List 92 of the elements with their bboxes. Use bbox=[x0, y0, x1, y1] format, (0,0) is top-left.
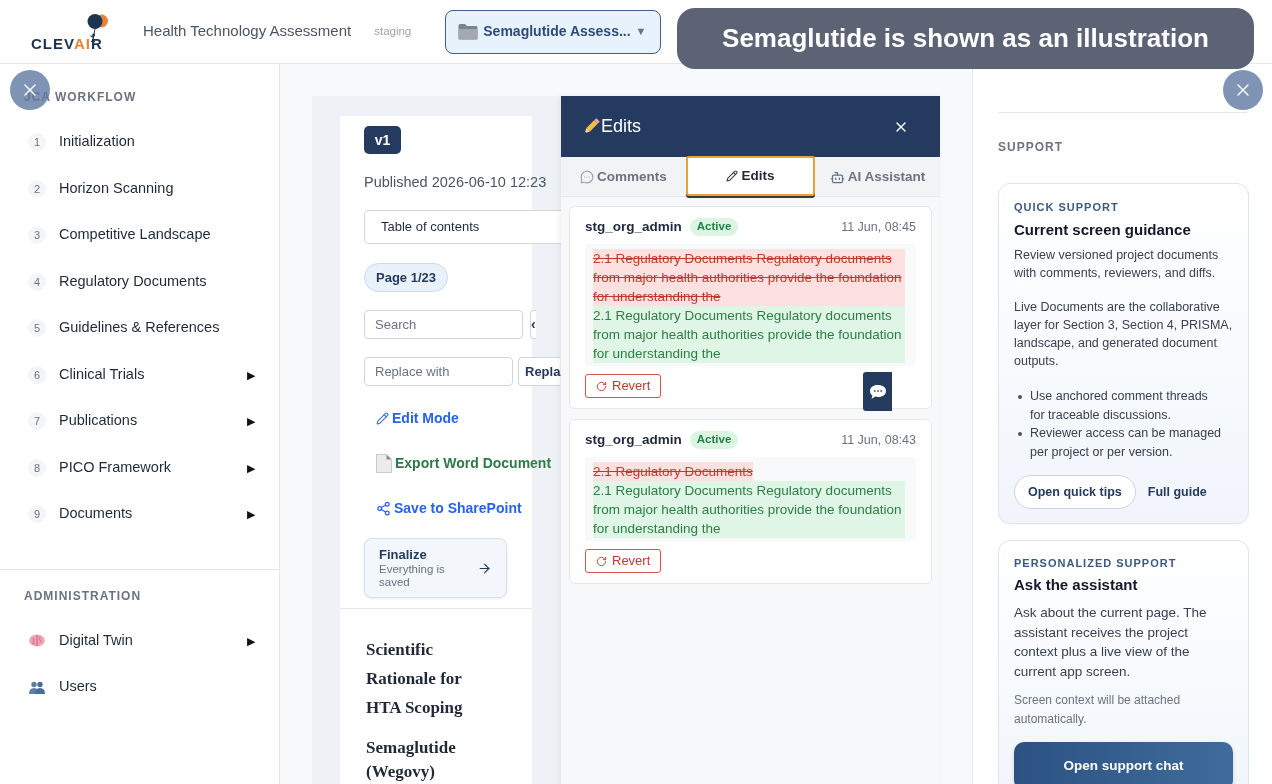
nav-item[interactable]: 2 Horizon Scanning bbox=[0, 165, 279, 212]
added-text: 2.1 Regulatory Documents Regulatory documents from major health authorities provide the foundation for understanding the bbox=[593, 305, 905, 363]
finalize-button[interactable]: Finalize Everything is saved bbox=[364, 538, 507, 598]
panel-tab[interactable]: Comments bbox=[561, 157, 686, 197]
added-text: 2.1 Regulatory Documents Regulatory documents from major health authorities provide the foundation for understanding the bbox=[593, 480, 905, 538]
environment-label: staging bbox=[374, 23, 412, 39]
replace-field[interactable]: Replace with bbox=[364, 357, 513, 386]
project-selector[interactable]: Semaglutide Assess... ▼ bbox=[445, 9, 662, 54]
step-number: 6 bbox=[28, 365, 46, 384]
nav-item[interactable]: 6 Clinical Trials ▶ bbox=[0, 351, 279, 398]
logo-text: CLEVAIR bbox=[31, 35, 103, 52]
support-chat-button[interactable]: Open support chat bbox=[1014, 741, 1233, 784]
brain-icon bbox=[29, 634, 45, 648]
expand-arrow: ▶ bbox=[247, 633, 255, 649]
app-title: Health Technology Assessment bbox=[143, 21, 352, 42]
card-text: Ask about the current page. The assistant receives the project context plus a live view of the current app screen. bbox=[1014, 604, 1208, 682]
version-badge: v1 bbox=[364, 126, 401, 154]
chat-button[interactable] bbox=[863, 372, 892, 411]
nav-item[interactable]: 5 Guidelines & References bbox=[0, 305, 279, 352]
bullet-text: Use anchored comment threads for traceable discussions. bbox=[1030, 388, 1209, 424]
published-date: Published 2026-06-10 12:23 bbox=[364, 173, 547, 192]
nav-item[interactable]: 4 Regulatory Documents bbox=[0, 258, 279, 305]
arrow-right-icon bbox=[477, 560, 492, 576]
action-link[interactable]: Edit Mode bbox=[376, 407, 459, 429]
card-text: Review versioned project documents with comments, reviewers, and diffs. bbox=[1014, 247, 1220, 282]
panel-tab[interactable]: Edits bbox=[686, 156, 815, 196]
status-badge: Active bbox=[689, 218, 739, 236]
document-heading: Scientific Rationale for HTA Scoping bbox=[366, 639, 464, 719]
edit-time: 11 Jun, 08:45 bbox=[841, 218, 916, 236]
step-number: 1 bbox=[28, 133, 46, 152]
nav-item[interactable]: Digital Twin ▶ bbox=[0, 617, 279, 664]
step-number: 9 bbox=[28, 505, 46, 524]
search-field[interactable]: Search bbox=[364, 310, 523, 339]
previous-button[interactable]: ‹ bbox=[530, 310, 536, 339]
panel-title: Edits bbox=[601, 115, 642, 138]
speech-bubble-icon bbox=[868, 383, 887, 400]
replace-button[interactable]: Repla bbox=[518, 357, 561, 386]
card-text: Live Documents are the collaborative layer for Section 3, Section 4, PRISMA, landscape, and generated document outputs. bbox=[1014, 299, 1233, 370]
step-number: 5 bbox=[28, 319, 46, 338]
status-badge: Active bbox=[689, 431, 739, 449]
deleted-text: 2.1 Regulatory Documents Regulatory documents from major health authorities provide the foundation for understanding the bbox=[593, 248, 905, 306]
deleted-text: 2.1 Regulatory Documents bbox=[593, 461, 753, 481]
document-icon bbox=[376, 453, 392, 473]
nav-item[interactable]: Users bbox=[0, 664, 279, 711]
step-number: 3 bbox=[28, 226, 46, 245]
section-heading: SUPPORT bbox=[998, 140, 1063, 154]
section-heading: ADMINISTRATION bbox=[24, 588, 142, 603]
expand-arrow: ▶ bbox=[247, 507, 255, 522]
document-heading: Semaglutide (Wegovy) bbox=[366, 736, 457, 783]
toast-message: Semaglutide is shown as an illustration bbox=[677, 8, 1254, 69]
speech-bubble-icon bbox=[580, 170, 595, 184]
expand-arrow: ▶ bbox=[247, 460, 255, 476]
user-name: stg_org_admin bbox=[585, 217, 682, 236]
panel-tab[interactable]: AI Assistant bbox=[815, 157, 940, 197]
nav-item[interactable]: 3 Competitive Landscape bbox=[0, 212, 279, 259]
bullet-icon bbox=[1018, 394, 1022, 399]
user-name: stg_org_admin bbox=[585, 430, 682, 449]
revert-icon bbox=[596, 555, 607, 567]
revert-button[interactable]: Revert bbox=[585, 549, 662, 573]
step-number: 2 bbox=[28, 179, 46, 198]
bullet-text: Reviewer access can be managed per project or per version. bbox=[1030, 425, 1223, 461]
share-icon bbox=[376, 500, 391, 516]
expand-arrow: ▶ bbox=[247, 367, 255, 383]
action-link[interactable]: Save to SharePoint bbox=[376, 497, 522, 519]
step-number: 7 bbox=[28, 412, 46, 431]
nav-item[interactable]: 8 PICO Framework ▶ bbox=[0, 444, 279, 491]
pencil-icon bbox=[726, 170, 739, 182]
card-eyebrow: QUICK SUPPORT bbox=[1014, 200, 1119, 214]
toc-select[interactable]: Table of contents bbox=[364, 210, 561, 244]
step-number: 8 bbox=[28, 458, 46, 477]
quick-tips-button[interactable]: Open quick tips bbox=[1014, 475, 1136, 509]
card-eyebrow: PERSONALIZED SUPPORT bbox=[1014, 556, 1177, 570]
step-number: 4 bbox=[28, 272, 46, 291]
bullet-icon bbox=[1018, 431, 1022, 436]
folder-icon bbox=[458, 23, 479, 40]
nav-item[interactable]: 1 Initialization bbox=[0, 119, 279, 166]
card-title: Current screen guidance bbox=[1014, 220, 1191, 240]
nav-item[interactable]: 9 Documents ▶ bbox=[0, 491, 279, 538]
expand-arrow: ▶ bbox=[247, 414, 255, 429]
revert-button[interactable]: Revert bbox=[585, 374, 662, 398]
robot-icon bbox=[829, 169, 845, 185]
revert-icon bbox=[596, 380, 607, 392]
caret-icon: ▼ bbox=[635, 23, 647, 40]
people-icon bbox=[29, 680, 45, 694]
nav-item[interactable]: 7 Publications ▶ bbox=[0, 398, 279, 445]
guide-link[interactable]: Full guide bbox=[1147, 482, 1207, 502]
page-indicator: Page 1/23 bbox=[364, 263, 448, 292]
card-title: Ask the assistant bbox=[1014, 575, 1138, 595]
card-note: Screen context will be attached automatically. bbox=[1014, 692, 1182, 729]
action-link[interactable]: Export Word Document bbox=[376, 452, 552, 474]
edit-time: 11 Jun, 08:43 bbox=[841, 431, 916, 449]
pencil-icon bbox=[376, 411, 389, 425]
